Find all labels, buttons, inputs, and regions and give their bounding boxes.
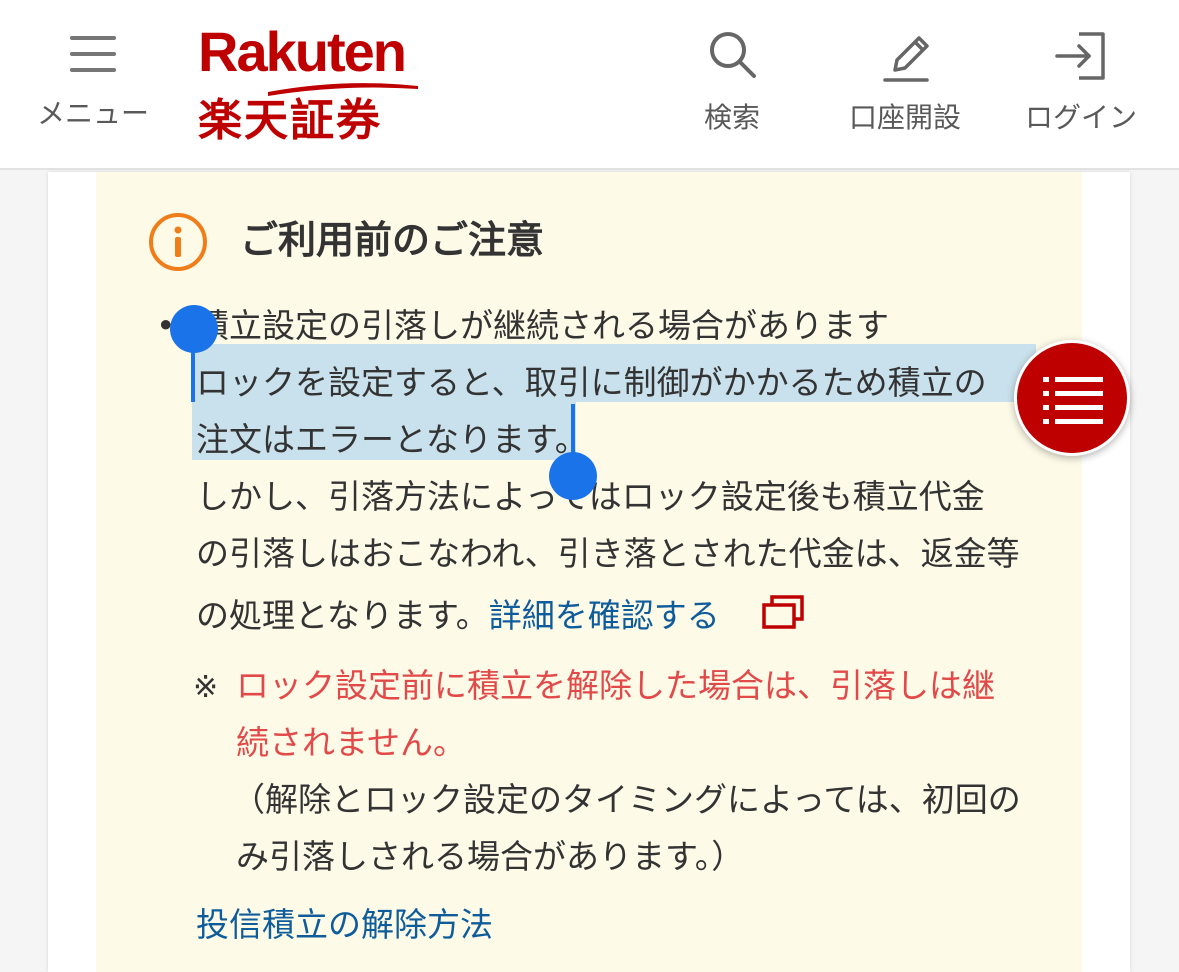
note-line: （解除とロック設定のタイミングによっては、初回の (232, 780, 1021, 819)
logo-swoosh-icon (268, 83, 418, 96)
note-line: み引落しされる場合があります。） (236, 837, 745, 876)
toc-list-icon (1043, 377, 1103, 424)
open-account-button[interactable]: 口座開設 (840, 26, 970, 136)
hamburger-icon (70, 26, 116, 82)
external-window-icon[interactable] (760, 594, 806, 632)
warning-line: 続されません。 (236, 723, 467, 762)
open-account-label: 口座開設 (848, 101, 961, 134)
notice-line: 注文はエラーとなります。 (196, 420, 588, 459)
login-button[interactable]: ログイン (1018, 26, 1144, 136)
app-header: メニュー Rakuten 楽天証券 検索 口座開設 ログイン (0, 0, 1179, 170)
warning-line: ロック設定前に積立を解除した場合は、引落しは継 (236, 666, 995, 705)
note-mark: ※ (193, 670, 219, 705)
toc-floating-button[interactable] (1014, 340, 1130, 456)
selection-end-handle[interactable] (549, 452, 597, 500)
info-icon (149, 213, 207, 271)
search-label: 検索 (703, 101, 760, 134)
logo-wordmark: Rakuten (198, 20, 407, 83)
menu-label: メニュー (36, 97, 149, 130)
notice-line-with-link: の処理となります。詳細を確認する (196, 587, 720, 645)
rakuten-securities-logo[interactable]: Rakuten 楽天証券 (198, 24, 428, 149)
selection-start-handle[interactable] (170, 305, 218, 353)
search-icon (710, 32, 756, 78)
login-icon (1055, 32, 1105, 80)
cancel-method-link[interactable]: 投信積立の解除方法 (196, 896, 493, 954)
logo-japanese: 楽天証券 (198, 95, 382, 146)
notice-line: の処理となります。 (196, 596, 489, 635)
notice-line: 積立設定の引落しが継続される場合があります (196, 306, 889, 345)
pencil-icon (883, 36, 929, 82)
menu-button[interactable]: メニュー (30, 26, 156, 132)
search-button[interactable]: 検索 (672, 26, 792, 136)
notice-title: ご利用前のご注意 (240, 218, 545, 262)
login-label: ログイン (1024, 101, 1137, 134)
notice-line: の引落しはおこなわれ、引き落とされた代金は、返金等 (196, 534, 1020, 573)
detail-link[interactable]: 詳細を確認する (489, 596, 720, 635)
notice-line: ロックを設定すると、取引に制御がかかるため積立の (196, 363, 987, 402)
